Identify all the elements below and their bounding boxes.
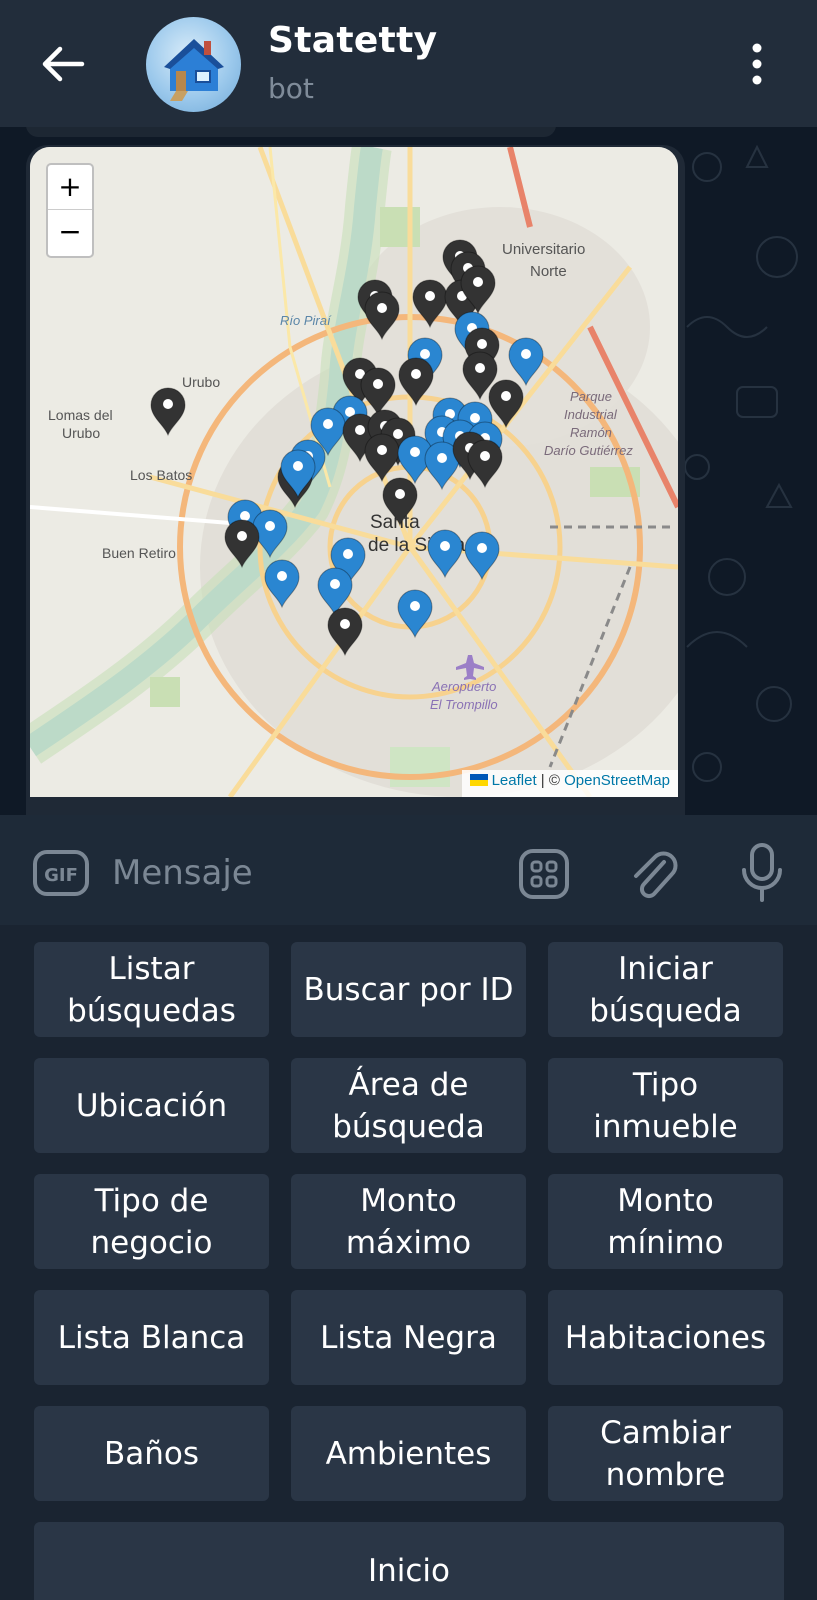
monto-maximo-button[interactable]: Monto máximo xyxy=(291,1174,526,1269)
banos-button[interactable]: Baños xyxy=(34,1406,269,1501)
buscar-por-id-button[interactable]: Buscar por ID xyxy=(291,942,526,1037)
house-icon xyxy=(164,39,224,101)
bot-reply-keyboard: Listar búsquedas Buscar por ID Iniciar b… xyxy=(0,925,817,1600)
map-marker-icon[interactable] xyxy=(264,559,300,609)
chat-background-doodles xyxy=(684,144,798,782)
ambientes-button[interactable]: Ambientes xyxy=(291,1406,526,1501)
chat-subtitle: bot xyxy=(268,72,314,105)
map-marker-icon[interactable] xyxy=(224,519,260,569)
tipo-de-negocio-button[interactable]: Tipo de negocio xyxy=(34,1174,269,1269)
map-view[interactable]: Universitario Norte Río Piraí Urubo Loma… xyxy=(30,147,678,797)
map-marker-icon[interactable] xyxy=(364,433,400,483)
tipo-inmueble-button[interactable]: Tipo inmueble xyxy=(548,1058,783,1153)
map-marker-icon[interactable] xyxy=(397,589,433,639)
map-marker-icon[interactable] xyxy=(508,337,544,387)
monto-minimo-button[interactable]: Monto mínimo xyxy=(548,1174,783,1269)
chat-area: Universitario Norte Río Piraí Urubo Loma… xyxy=(0,127,817,815)
zoom-in-button[interactable]: + xyxy=(48,165,92,210)
area-de-busqueda-button[interactable]: Área de búsqueda xyxy=(291,1058,526,1153)
attribution-separator: | © xyxy=(536,772,565,789)
leaflet-link[interactable]: Leaflet xyxy=(492,772,537,789)
iniciar-busqueda-button[interactable]: Iniciar búsqueda xyxy=(548,942,783,1037)
inicio-button[interactable]: Inicio xyxy=(34,1522,784,1600)
chat-header: Statetty bot xyxy=(0,0,817,127)
map-marker-icon[interactable] xyxy=(327,607,363,657)
lista-blanca-button[interactable]: Lista Blanca xyxy=(34,1290,269,1385)
ubicacion-button[interactable]: Ubicación xyxy=(34,1058,269,1153)
openstreetmap-link[interactable]: OpenStreetMap xyxy=(564,772,670,789)
microphone-icon[interactable] xyxy=(740,842,784,904)
map-marker-icon[interactable] xyxy=(364,291,400,341)
zoom-out-button[interactable]: − xyxy=(48,210,92,255)
map-marker-icon[interactable] xyxy=(150,387,186,437)
map-marker-icon[interactable] xyxy=(398,357,434,407)
ukraine-flag-icon xyxy=(469,774,488,786)
chat-title[interactable]: Statetty xyxy=(268,20,437,61)
gif-icon[interactable]: GIF xyxy=(32,849,90,897)
previous-message-bubble xyxy=(26,127,556,137)
map-marker-icon[interactable] xyxy=(412,279,448,329)
map-marker-icon[interactable] xyxy=(427,529,463,579)
bot-avatar[interactable] xyxy=(146,17,241,112)
lista-negra-button[interactable]: Lista Negra xyxy=(291,1290,526,1385)
back-arrow-icon[interactable] xyxy=(38,44,88,84)
cambiar-nombre-button[interactable]: Cambiar nombre xyxy=(548,1406,783,1501)
message-input[interactable] xyxy=(112,848,472,898)
listar-busquedas-button[interactable]: Listar búsquedas xyxy=(34,942,269,1037)
habitaciones-button[interactable]: Habitaciones xyxy=(548,1290,783,1385)
map-marker-icon[interactable] xyxy=(467,439,503,489)
map-attribution: Leaflet | © OpenStreetMap xyxy=(461,770,678,797)
map-markers xyxy=(150,239,544,657)
more-options-icon[interactable] xyxy=(745,42,769,86)
gif-icon-label: GIF xyxy=(44,865,78,886)
zoom-control: + − xyxy=(46,163,94,258)
map-marker-icon[interactable] xyxy=(464,531,500,581)
attach-icon[interactable] xyxy=(628,844,678,902)
map-marker-icon[interactable] xyxy=(382,477,418,527)
bot-keyboard-icon[interactable] xyxy=(518,848,570,900)
map-marker-icon[interactable] xyxy=(488,379,524,429)
